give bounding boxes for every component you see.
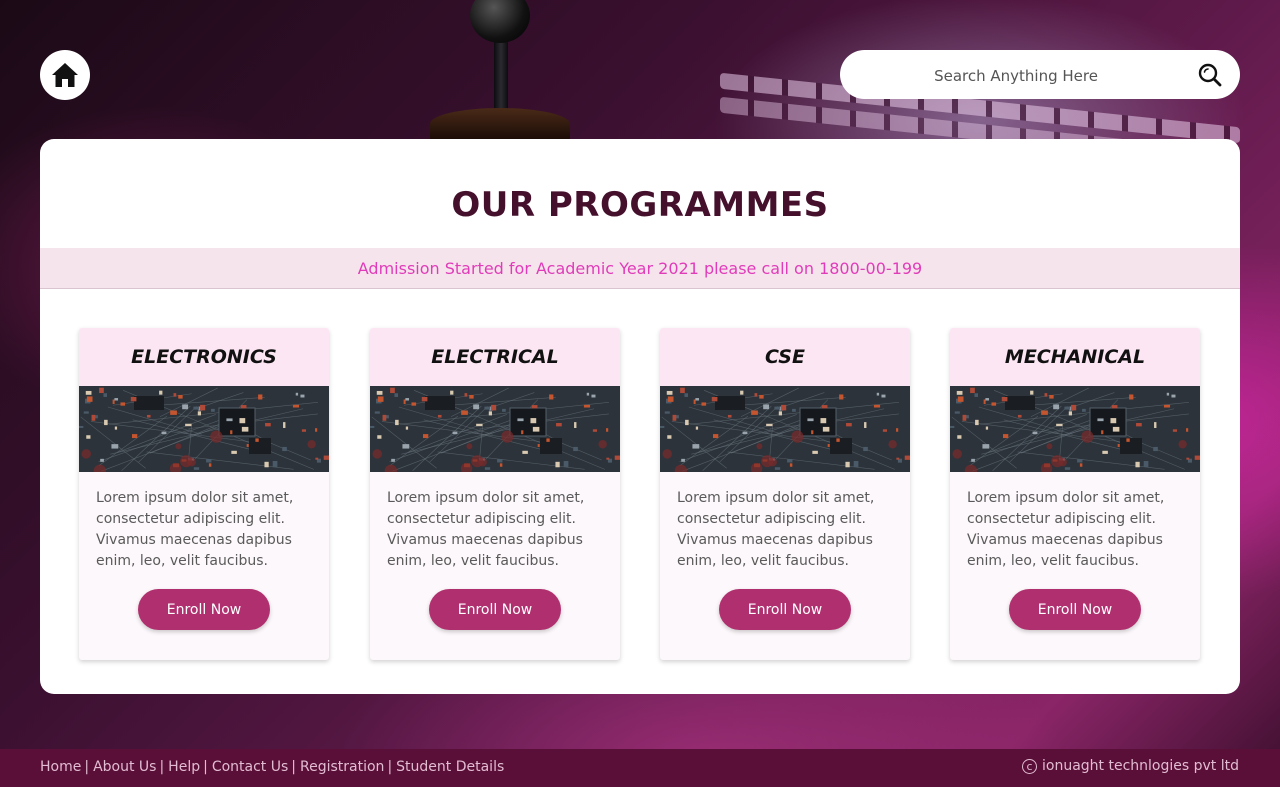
- footer: Home | About Us | Help | Contact Us | Re…: [0, 749, 1280, 787]
- circuit-board-image: [950, 386, 1200, 472]
- background-joystick-base: [430, 108, 570, 140]
- programme-description: Lorem ipsum dolor sit amet, consectetur …: [387, 490, 585, 569]
- search-input[interactable]: [864, 50, 1168, 101]
- footer-link-registration[interactable]: Registration: [300, 759, 384, 775]
- footer-link-help[interactable]: Help: [168, 759, 200, 775]
- home-icon: [52, 63, 78, 87]
- footer-link-about-us[interactable]: About Us: [93, 759, 156, 775]
- programme-description: Lorem ipsum dolor sit amet, consectetur …: [967, 490, 1165, 569]
- footer-link-home[interactable]: Home: [40, 759, 81, 775]
- programme-card: MECHANICAL Lorem ipsum dolor sit amet, c…: [950, 328, 1200, 660]
- admission-notice-text: Admission Started for Academic Year 2021…: [357, 258, 923, 278]
- programme-title: ELECTRONICS: [79, 328, 329, 386]
- enroll-now-button[interactable]: Enroll Now: [429, 589, 561, 630]
- circuit-board-image: [79, 386, 329, 472]
- circuit-board-image: [370, 386, 620, 472]
- programme-card: ELECTRICAL Lorem ipsum dolor sit amet, c…: [370, 328, 620, 660]
- copyright-text: ionuaght technlogies pvt ltd: [1042, 758, 1239, 774]
- footer-separator: |: [291, 759, 296, 775]
- programme-description: Lorem ipsum dolor sit amet, consectetur …: [677, 490, 875, 569]
- programme-description: Lorem ipsum dolor sit amet, consectetur …: [96, 490, 294, 569]
- footer-link-contact-us[interactable]: Contact Us: [212, 759, 288, 775]
- footer-separator: |: [84, 759, 90, 775]
- search-bar: [840, 50, 1240, 101]
- programme-title: MECHANICAL: [950, 328, 1200, 386]
- footer-separator: |: [159, 759, 165, 775]
- copyright-icon: c: [1022, 758, 1037, 774]
- programme-title: CSE: [660, 328, 910, 386]
- footer-separator: |: [203, 759, 208, 775]
- enroll-now-button[interactable]: Enroll Now: [719, 589, 851, 630]
- programme-card: CSE Lorem ipsum dolor sit amet, consecte…: [660, 328, 910, 660]
- copyright: c ionuaght technlogies pvt ltd: [1022, 758, 1239, 774]
- page-title: OUR PROGRAMMES: [451, 185, 829, 225]
- admission-notice: Admission Started for Academic Year 2021…: [40, 248, 1240, 289]
- footer-link-student-details[interactable]: Student Details: [396, 759, 504, 775]
- footer-separator: |: [387, 759, 393, 775]
- circuit-board-image: [660, 386, 910, 472]
- background-joystick-knob: [470, 0, 530, 43]
- background-joystick: [494, 0, 508, 120]
- enroll-now-button[interactable]: Enroll Now: [138, 589, 270, 630]
- programmes-panel: OUR PROGRAMMES Admission Started for Aca…: [40, 139, 1240, 694]
- home-button[interactable]: [40, 50, 90, 100]
- search-icon[interactable]: [1198, 63, 1222, 87]
- enroll-now-button[interactable]: Enroll Now: [1009, 589, 1141, 630]
- footer-nav: Home | About Us | Help | Contact Us | Re…: [40, 759, 504, 775]
- programme-card: ELECTRONICS Lorem ipsum dolor sit amet, …: [79, 328, 329, 660]
- programme-title: ELECTRICAL: [370, 328, 620, 386]
